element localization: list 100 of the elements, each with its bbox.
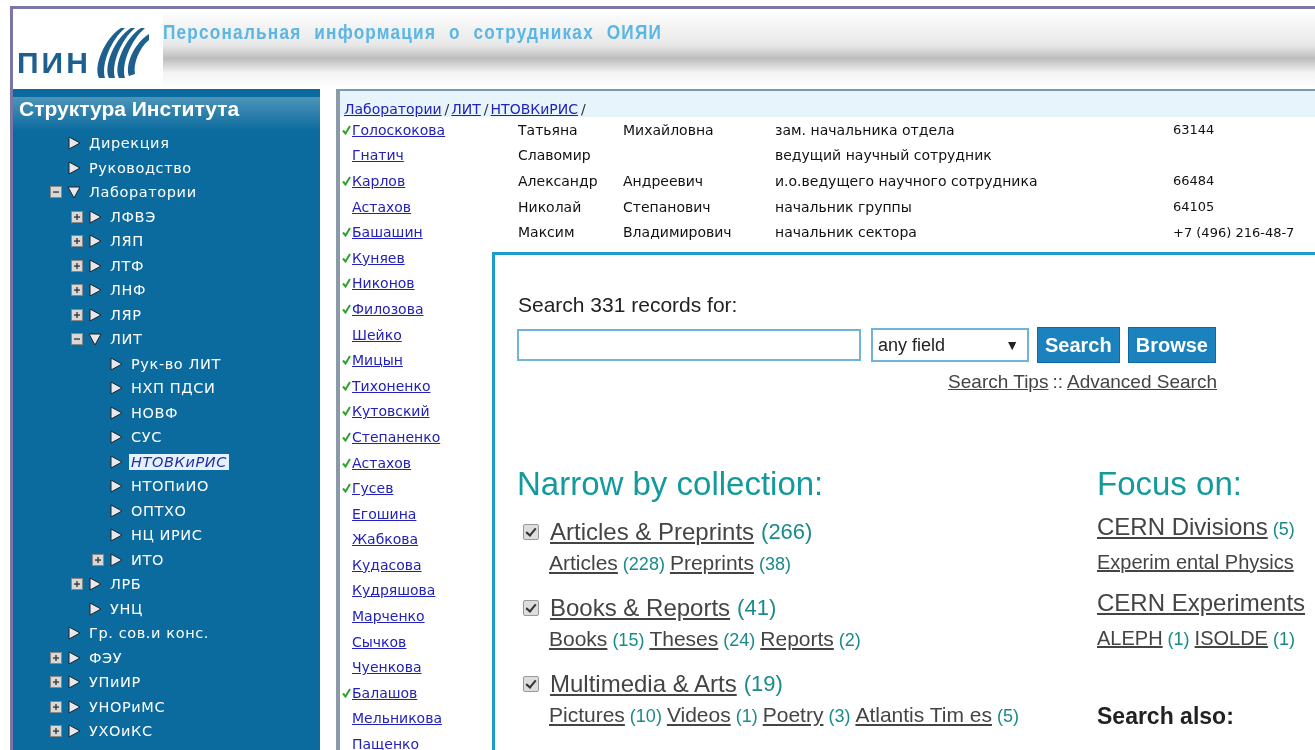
tree-item[interactable]: НЦ ИРИС [129, 527, 205, 544]
collapse-icon[interactable] [50, 186, 62, 199]
employee-link[interactable]: Голоскокова [352, 121, 446, 138]
tree-item[interactable]: Лаборатории [87, 184, 199, 201]
subcollection-link[interactable]: Theses [649, 627, 719, 651]
checkbox[interactable] [523, 676, 539, 692]
expand-icon[interactable] [50, 725, 62, 738]
employee-link[interactable]: Степаненко [352, 428, 441, 445]
collection-link[interactable]: Multimedia & Arts [550, 670, 737, 698]
phone-cell: 66484 [1173, 173, 1215, 189]
link-separator: :: [1052, 371, 1063, 393]
tree-item[interactable]: ЛТФ [108, 257, 147, 274]
expand-icon[interactable] [92, 553, 104, 566]
checkbox[interactable] [523, 524, 539, 540]
expand-icon[interactable] [71, 210, 83, 223]
tree-item[interactable]: НХП ПДСИ [129, 380, 218, 397]
tree-item[interactable]: ЛНФ [108, 282, 149, 299]
field-dropdown[interactable]: any field ▼ [871, 328, 1029, 362]
tree-item[interactable]: УНОРиМС [87, 698, 168, 715]
expand-icon[interactable] [50, 700, 62, 713]
breadcrumb-link[interactable]: НТОВКиРИС [490, 101, 578, 117]
breadcrumb-link[interactable]: ЛИТ [451, 101, 481, 117]
tree-item[interactable]: УПиИР [87, 674, 143, 691]
tree-item[interactable]: Дирекция [87, 135, 172, 152]
subcollection-link[interactable]: Pictures [549, 703, 625, 727]
employee-link[interactable]: Гусев [352, 480, 394, 497]
search-button[interactable]: Search [1037, 327, 1120, 363]
record-count: (2) [838, 630, 861, 651]
employee-link[interactable]: Филозова [352, 300, 424, 317]
tree-item[interactable]: НТОПиИО [129, 478, 211, 495]
tree-item[interactable]: СУС [129, 429, 164, 446]
tree-item[interactable]: Руководство [87, 159, 194, 176]
employee-link[interactable]: Шейко [352, 326, 402, 343]
employee-link[interactable]: Карлов [352, 173, 406, 189]
subcollection-link[interactable]: Reports [760, 627, 834, 651]
tree-item[interactable]: ЛИТ [108, 331, 145, 348]
employee-link[interactable]: Сычков [352, 633, 407, 650]
subcollection-link[interactable]: Poetry [762, 703, 824, 727]
employee-link[interactable]: Марченко [352, 608, 425, 625]
tree-item[interactable]: НТОВКиРИС [129, 453, 229, 470]
employee-link[interactable]: Егошина [352, 505, 417, 522]
employee-link[interactable]: Кудасова [352, 556, 422, 573]
employee-link[interactable]: Жабкова [352, 531, 419, 548]
employee-link[interactable]: Кудряшова [352, 582, 436, 599]
focus-link[interactable]: Experim ental Physics [1097, 551, 1294, 574]
checkbox[interactable] [523, 600, 539, 616]
logo-text: ПИН [17, 48, 91, 78]
expand-icon[interactable] [50, 651, 62, 664]
focus-link[interactable]: ALEPH [1097, 627, 1163, 650]
employee-link[interactable]: Чуенкова [352, 659, 422, 676]
employee-link[interactable]: Куняев [352, 249, 405, 266]
collapse-icon[interactable] [71, 333, 83, 346]
breadcrumb-link[interactable]: Лаборатории [344, 101, 442, 117]
subcollection-link[interactable]: Preprints [669, 551, 754, 575]
focus-link[interactable]: ISOLDE [1194, 627, 1268, 650]
advanced-search-link[interactable]: Advanced Search [1067, 371, 1217, 393]
subcollection-link[interactable]: Books [549, 627, 608, 651]
subcollection-link[interactable]: Atlantis Tim es [855, 703, 992, 727]
employee-link[interactable]: Башашин [352, 224, 423, 241]
employee-link[interactable]: Астахов [352, 454, 412, 471]
tree-item[interactable]: ЛЯР [108, 306, 144, 323]
focus-link[interactable]: CERN Experiments [1097, 589, 1306, 617]
subcollection-link[interactable]: Articles [549, 551, 618, 575]
expand-icon[interactable] [50, 676, 62, 689]
collection-link[interactable]: Articles & Preprints [550, 518, 755, 546]
collection-link[interactable]: Books & Reports [550, 594, 731, 622]
tree-item[interactable]: ИТО [129, 551, 166, 568]
search-button[interactable]: Browse [1127, 327, 1216, 363]
expand-icon[interactable] [71, 235, 83, 248]
tree-item[interactable]: УХОиКС [87, 723, 155, 740]
tree-item[interactable]: НОВФ [129, 404, 181, 421]
expand-icon[interactable] [71, 259, 83, 272]
tree-item[interactable]: ОПТХО [129, 502, 189, 519]
down-triangle-icon [67, 185, 81, 200]
expand-icon[interactable] [71, 578, 83, 591]
right-triangle-icon [88, 601, 102, 616]
tree-item[interactable]: ФЭУ [87, 649, 125, 666]
tree-item[interactable]: УНЦ [108, 600, 145, 617]
tree-item[interactable]: ЛФВЭ [108, 208, 158, 225]
employee-link[interactable]: Кутовский [352, 403, 430, 420]
phone-cell: 64105 [1173, 199, 1215, 215]
focus-link[interactable]: CERN Divisions [1097, 513, 1268, 541]
record-count: (15) [612, 630, 645, 651]
search-tips-link[interactable]: Search Tips [948, 371, 1049, 393]
employee-link[interactable]: Никонов [352, 275, 415, 292]
employee-link[interactable]: Тихоненко [352, 377, 431, 394]
tree-item[interactable]: Рук-во ЛИТ [129, 355, 223, 372]
tree-item[interactable]: ЛРБ [108, 576, 144, 593]
employee-link[interactable]: Астахов [352, 198, 412, 215]
expand-icon[interactable] [71, 284, 83, 297]
employee-link[interactable]: Гнатич [352, 147, 404, 164]
tree-item[interactable]: Гр. сов.и конс. [87, 625, 211, 642]
search-input-field[interactable] [517, 329, 861, 361]
tree-item[interactable]: ЛЯП [108, 233, 146, 250]
employee-link[interactable]: Мельникова [352, 710, 442, 727]
first-name-cell-text: Александр [518, 173, 599, 189]
expand-icon[interactable] [71, 308, 83, 321]
employee-link[interactable]: Балашов [352, 684, 418, 701]
subcollection-link[interactable]: Videos [666, 703, 731, 727]
employee-link[interactable]: Мицын [352, 352, 403, 369]
